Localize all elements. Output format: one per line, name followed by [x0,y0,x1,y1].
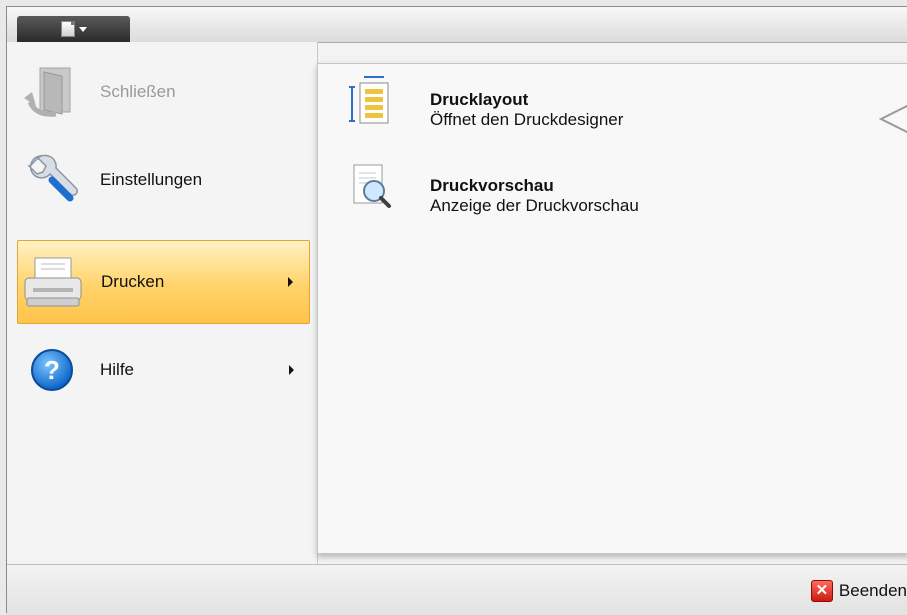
exit-button[interactable]: ✕ Beenden [810,578,907,604]
menu-item-hilfe[interactable]: ? Hilfe [17,328,310,412]
menu-item-label: Drucken [101,272,165,291]
chevron-right-icon [288,277,293,287]
door-exit-icon [17,62,87,122]
submenu-item-title: Drucklayout [430,90,529,109]
menu-item-label: Hilfe [100,360,135,379]
submenu-item-title: Druckvorschau [430,176,554,195]
document-icon [60,21,75,37]
chevron-down-icon [78,26,87,32]
menu-item-label: Schließen [100,82,176,101]
close-icon: ✕ [810,580,833,602]
menu-left-pane: Schließen Einstellungen Drucken ? Hilfe [7,42,318,564]
menu-item-einstellungen[interactable]: Einstellungen [17,138,310,222]
help-icon: ? [17,340,87,400]
wrench-icon [17,150,87,210]
menu-item-schliessen[interactable]: Schließen [17,50,310,134]
submenu-item-description: Anzeige der Druckvorschau [430,196,639,215]
submenu-pane: Drucklayout Öffnet den Druckdesigner Dru… [317,63,907,554]
submenu-item-description: Öffnet den Druckdesigner [430,110,624,129]
menu-item-drucken[interactable]: Drucken [17,240,310,324]
application-menu-button[interactable] [17,16,130,42]
application-menu-window: Schließen Einstellungen Drucken ? Hilfe … [6,6,907,615]
submenu-item-druckvorschau[interactable]: Druckvorschau Anzeige der Druckvorschau [338,156,898,226]
print-layout-icon [338,70,400,130]
chevron-right-icon [289,365,294,375]
svg-text:?: ? [44,355,60,385]
chevron-left-icon [878,104,907,134]
menu-item-label: Einstellungen [100,170,203,189]
print-preview-icon [338,156,400,216]
exit-button-label: Beenden [838,581,907,600]
submenu-item-drucklayout[interactable]: Drucklayout Öffnet den Druckdesigner [338,70,898,140]
title-bar [7,7,907,43]
menu-footer: ✕ Beenden [7,564,907,615]
printer-icon [18,252,88,312]
